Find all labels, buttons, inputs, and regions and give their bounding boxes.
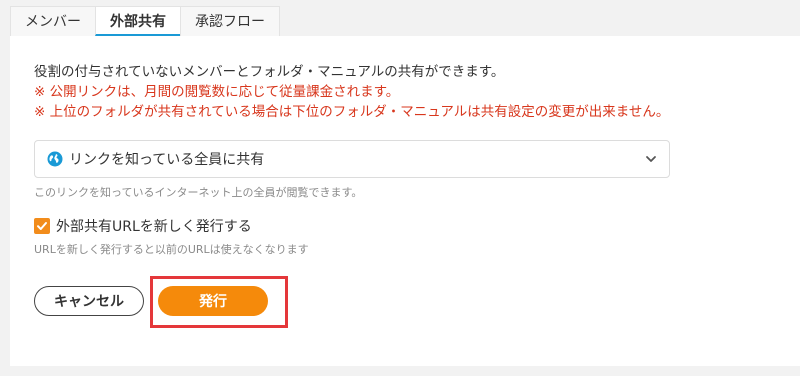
info-text: 役割の付与されていないメンバーとフォルダ・マニュアルの共有ができます。 xyxy=(34,64,505,80)
warning-billing: ※ 公開リンクは、月間の閲覧数に応じて従量課金されます。 xyxy=(34,84,400,100)
tab-external-share[interactable]: 外部共有 xyxy=(95,6,181,36)
reissue-url-hint: URLを新しく発行すると以前のURLは使えなくなります xyxy=(34,243,309,256)
issue-button[interactable]: 発行 xyxy=(158,286,268,316)
share-settings-panel: 役割の付与されていないメンバーとフォルダ・マニュアルの共有ができます。 ※ 公開… xyxy=(10,36,800,366)
share-scope-hint: このリンクを知っているインターネット上の全員が閲覧できます。 xyxy=(34,186,363,199)
description: 役割の付与されていないメンバーとフォルダ・マニュアルの共有ができます。 ※ 公開… xyxy=(34,62,669,122)
chevron-down-icon xyxy=(646,156,656,162)
globe-icon xyxy=(47,151,63,167)
warning-parent-folder: ※ 上位のフォルダが共有されている場合は下位のフォルダ・マニュアルは共有設定の変… xyxy=(34,104,670,120)
share-scope-select[interactable]: リンクを知っている全員に共有 xyxy=(34,140,670,178)
tab-members[interactable]: メンバー xyxy=(10,6,96,36)
tab-bar: メンバー 外部共有 承認フロー xyxy=(10,6,280,36)
tab-approval-flow[interactable]: 承認フロー xyxy=(180,6,280,36)
share-scope-value: リンクを知っている全員に共有 xyxy=(69,152,265,168)
cancel-button[interactable]: キャンセル xyxy=(34,286,144,316)
reissue-url-option: 外部共有URLを新しく発行する xyxy=(34,216,252,236)
checkmark-icon xyxy=(37,222,47,230)
reissue-url-label[interactable]: 外部共有URLを新しく発行する xyxy=(56,216,252,236)
reissue-url-checkbox[interactable] xyxy=(34,218,50,234)
